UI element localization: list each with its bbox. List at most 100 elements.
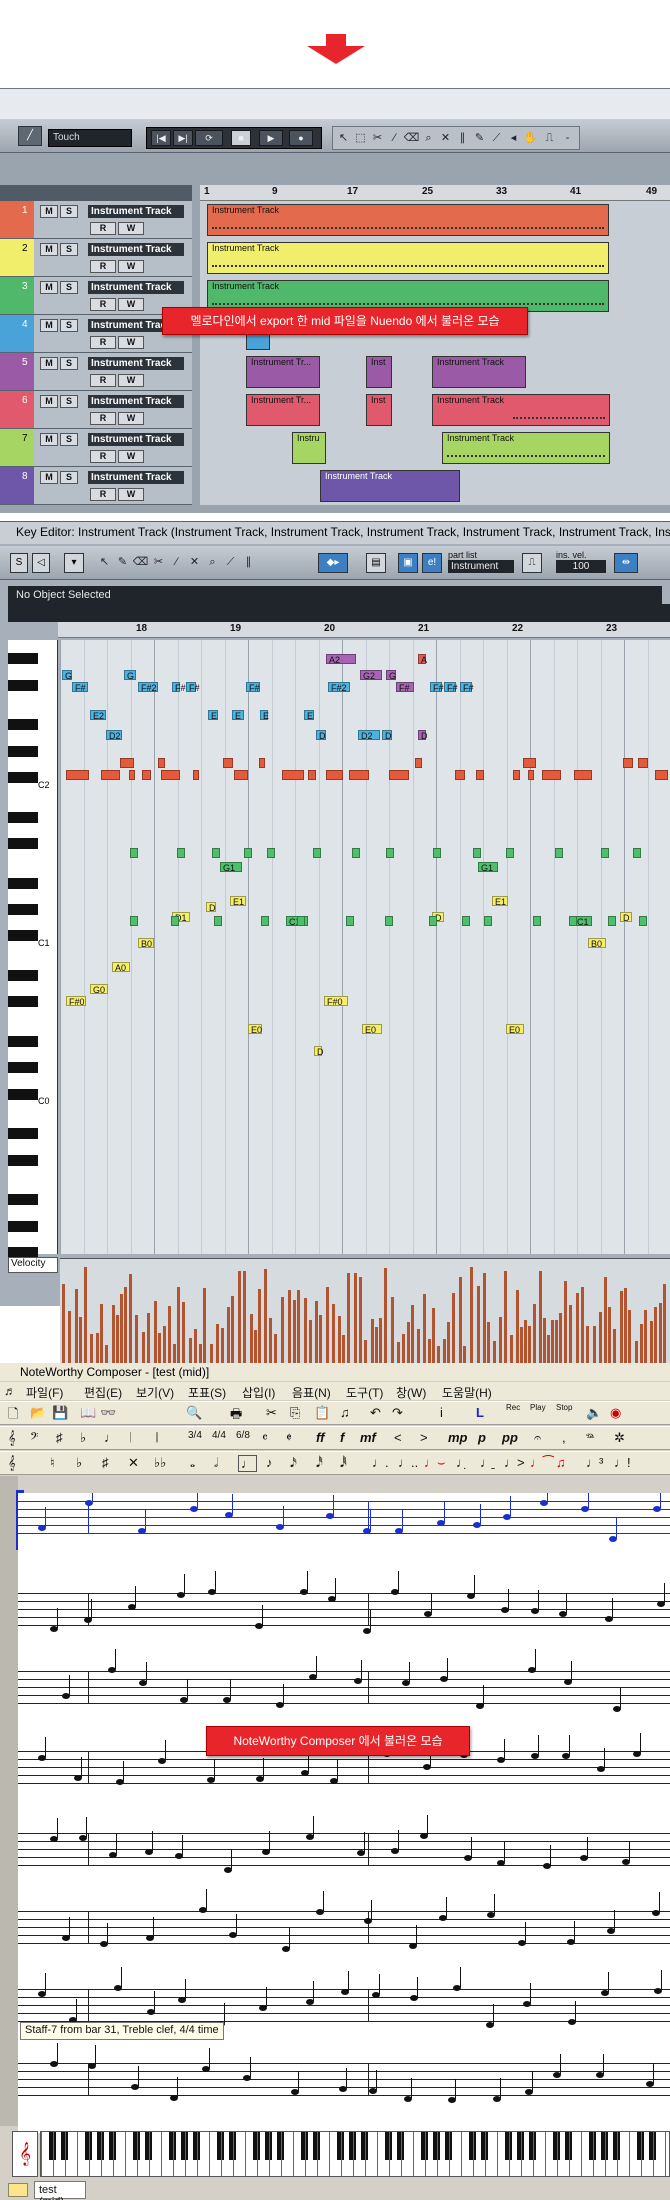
track-name[interactable]: Instrument Track: [88, 433, 184, 446]
black-key[interactable]: [8, 1194, 38, 1206]
glue-icon[interactable]: ∕: [168, 554, 185, 571]
zoom-icon[interactable]: ⌕: [420, 130, 437, 147]
black-key[interactable]: [8, 930, 38, 942]
menu-view[interactable]: 보기(V): [136, 1384, 174, 1401]
note-event[interactable]: [282, 770, 304, 780]
staff[interactable]: [18, 1649, 670, 1712]
rec-button[interactable]: Rec: [506, 1403, 520, 1412]
midi-part[interactable]: Instrument Track: [432, 356, 526, 388]
double-flat-icon[interactable]: ♭♭: [154, 1455, 166, 1471]
note-event[interactable]: F#: [186, 682, 200, 693]
note-event[interactable]: [523, 758, 536, 768]
note-event[interactable]: [349, 770, 369, 780]
dynamic-p[interactable]: p: [478, 1430, 486, 1445]
note-event[interactable]: E1: [230, 896, 246, 907]
note-event[interactable]: D: [206, 902, 216, 913]
note-event[interactable]: [533, 916, 541, 926]
staff[interactable]: [18, 2043, 670, 2103]
note-event[interactable]: D2: [358, 730, 380, 741]
track-row[interactable]: 7 MS Instrument Track RW: [0, 429, 192, 467]
midi-icon[interactable]: ◉: [610, 1405, 621, 1421]
midi-part[interactable]: Instrument Tr...: [246, 394, 320, 426]
note-event[interactable]: [623, 758, 633, 768]
stop-icon[interactable]: ■: [231, 130, 251, 146]
draw-icon[interactable]: ✎: [114, 554, 131, 571]
note-event[interactable]: [161, 770, 180, 780]
track-row[interactable]: 5 MS Instrument Track RW: [0, 353, 192, 391]
black-key[interactable]: [8, 1154, 38, 1166]
open-icon[interactable]: 📂: [30, 1405, 46, 1421]
pedal-icon[interactable]: 𝆮: [586, 1430, 594, 1446]
note-event[interactable]: [506, 848, 514, 858]
breath-icon[interactable]: ,: [562, 1430, 566, 1445]
note-event[interactable]: [601, 848, 609, 858]
snap-type-select[interactable]: -: [559, 130, 576, 147]
black-key[interactable]: [8, 772, 38, 783]
note-event[interactable]: E: [260, 710, 269, 721]
decrescendo-icon[interactable]: >: [420, 1430, 428, 1445]
black-key[interactable]: [8, 811, 38, 823]
black-key[interactable]: [8, 1088, 38, 1100]
info-line-icon[interactable]: ▾: [64, 553, 84, 573]
split-icon[interactable]: ✂: [369, 130, 386, 147]
mute-button[interactable]: M: [40, 319, 58, 332]
note-event[interactable]: [261, 916, 269, 926]
rest-icon[interactable]: ♩!: [614, 1455, 631, 1470]
speaker-icon[interactable]: 🔈: [586, 1405, 602, 1421]
note-event[interactable]: G0: [90, 984, 108, 995]
midi-part[interactable]: Instrument Track: [207, 204, 609, 236]
note-event[interactable]: D: [418, 730, 428, 741]
note-event[interactable]: [346, 916, 354, 926]
track-row[interactable]: 1 MS Instrument Track RW: [0, 201, 192, 239]
mute-button[interactable]: M: [40, 205, 58, 218]
draw-icon[interactable]: ✎: [471, 130, 488, 147]
controller-lane-select[interactable]: Velocity: [8, 1257, 58, 1273]
redo-icon[interactable]: ↷: [392, 1405, 403, 1421]
note-event[interactable]: G: [62, 670, 72, 681]
tenuto-icon[interactable]: ♩̱: [480, 1455, 493, 1470]
new-icon[interactable]: 🗋: [8, 1405, 18, 1427]
note-event[interactable]: [462, 916, 470, 926]
note-event[interactable]: F#2: [138, 682, 158, 693]
note-event[interactable]: [433, 848, 441, 858]
dynamic-f[interactable]: f: [340, 1430, 344, 1445]
show-info-icon[interactable]: ▣: [398, 553, 418, 573]
note-event[interactable]: [326, 770, 343, 780]
note-icon[interactable]: ♫: [340, 1405, 350, 1420]
mute-button[interactable]: M: [40, 243, 58, 256]
treble-clef-icon[interactable]: 𝄞: [8, 1430, 16, 1446]
sharp-key-icon[interactable]: ♯: [56, 1430, 63, 1445]
dynamic-mp[interactable]: mp: [448, 1430, 468, 1445]
book-icon[interactable]: 📖: [80, 1405, 96, 1421]
slur-icon[interactable]: ♩⁀: [530, 1455, 553, 1471]
sharp-icon[interactable]: ♯: [102, 1455, 109, 1470]
note-event[interactable]: G: [386, 670, 396, 681]
mute-button[interactable]: M: [40, 433, 58, 446]
write-button[interactable]: W: [118, 260, 144, 273]
note-event[interactable]: [234, 770, 248, 780]
automation-mode-select[interactable]: Touch: [48, 129, 132, 147]
undo-icon[interactable]: ↶: [370, 1405, 381, 1421]
dynamic-icon[interactable]: ♩: [104, 1430, 117, 1445]
write-button[interactable]: W: [118, 374, 144, 387]
staccato-icon[interactable]: ♩̣: [456, 1455, 469, 1470]
note-event[interactable]: [142, 770, 151, 780]
mute-button[interactable]: M: [40, 357, 58, 370]
note-event[interactable]: E2: [90, 710, 106, 721]
mute-button[interactable]: M: [40, 395, 58, 408]
black-key[interactable]: [8, 970, 38, 981]
time-warp-icon[interactable]: ∥: [454, 130, 471, 147]
write-button[interactable]: W: [118, 450, 144, 463]
note-event[interactable]: G2: [360, 670, 382, 681]
common-time-icon[interactable]: 𝄴: [262, 1430, 268, 1446]
flat-icon[interactable]: ♭: [76, 1455, 82, 1471]
double-sharp-icon[interactable]: ✕: [128, 1455, 139, 1471]
note-event[interactable]: F#: [460, 682, 474, 693]
note-event[interactable]: [193, 770, 199, 780]
arrange-area[interactable]: Instrument Track Instrument Track Instru…: [200, 201, 670, 505]
menu-score[interactable]: 포표(S): [188, 1384, 226, 1401]
dynamic-pp[interactable]: pp: [502, 1430, 518, 1445]
colors-icon[interactable]: ⇹: [614, 553, 638, 573]
goto-end-icon[interactable]: ▶|: [173, 130, 193, 146]
note-event[interactable]: [244, 848, 252, 858]
